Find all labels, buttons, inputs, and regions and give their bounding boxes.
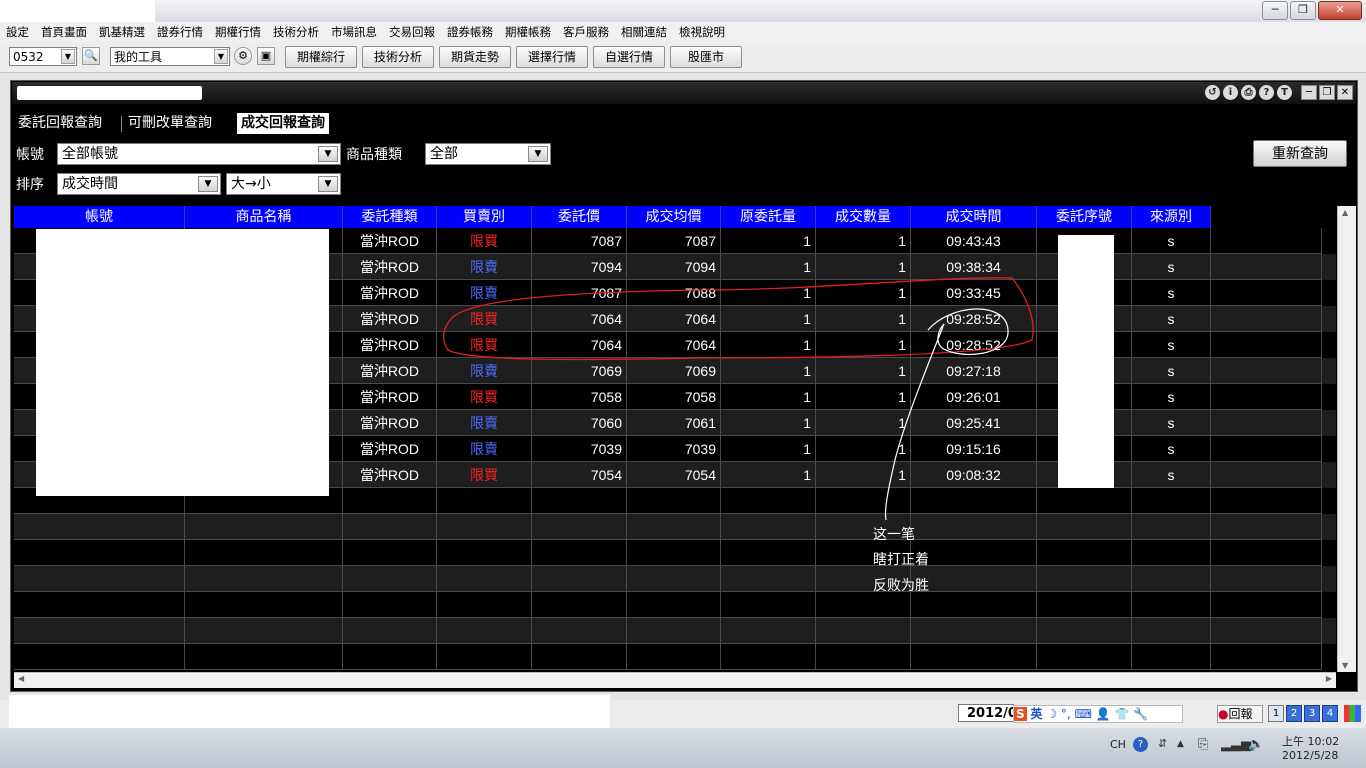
- tray-expand-icon[interactable]: ▲: [1177, 739, 1184, 749]
- volume-icon[interactable]: 🔈: [1248, 737, 1264, 752]
- report-label: 回報: [1228, 707, 1253, 721]
- layout-2-icon[interactable]: 2: [1286, 705, 1302, 722]
- annotation-line-2: 瞎打正着: [873, 552, 929, 568]
- input-language[interactable]: CH: [1110, 738, 1126, 751]
- ime-language[interactable]: 英: [1030, 707, 1042, 721]
- annotation-line-3: 反败为胜: [873, 578, 929, 594]
- ime-logo-icon: S: [1014, 707, 1027, 721]
- ime-toolbar[interactable]: S 英 ☽ °, ⌨ 👤 👕 🔧: [1013, 705, 1183, 723]
- annotation-line-1: 这一笔: [873, 527, 915, 543]
- punctuation-icon[interactable]: °,: [1061, 707, 1071, 721]
- layout-1-icon[interactable]: 1: [1268, 705, 1284, 722]
- pin-icon[interactable]: ⇵: [1158, 737, 1167, 750]
- help-icon[interactable]: ?: [1133, 737, 1148, 752]
- layout-4-icon[interactable]: 4: [1322, 705, 1338, 722]
- tray-device-icon[interactable]: ⎘: [1198, 737, 1208, 752]
- keyboard-icon[interactable]: ⌨: [1075, 707, 1092, 721]
- report-button[interactable]: ●回報: [1217, 705, 1263, 723]
- clock-date[interactable]: 2012/5/28: [1282, 749, 1338, 762]
- handwritten-annotation: [442, 277, 1034, 521]
- shirt-icon[interactable]: 👕: [1115, 707, 1130, 721]
- user-icon[interactable]: 👤: [1096, 707, 1111, 721]
- layout-3-icon[interactable]: 3: [1304, 705, 1320, 722]
- report-dot-icon: ●: [1218, 707, 1229, 721]
- clock-time[interactable]: 上午 10:02: [1282, 733, 1339, 749]
- red-circle-mark: [442, 277, 1034, 361]
- network-icon[interactable]: ▂▃▅: [1221, 737, 1251, 752]
- os-taskbar: CH ? ⇵ ▲ ⎘ ▂▃▅ 🔈 上午 10:02 2012/5/28: [0, 728, 1366, 768]
- moon-icon[interactable]: ☽: [1046, 707, 1057, 721]
- wrench-icon[interactable]: 🔧: [1133, 707, 1148, 721]
- date-field: 2012/0: [958, 704, 1017, 722]
- color-grid-icon[interactable]: [1344, 705, 1361, 722]
